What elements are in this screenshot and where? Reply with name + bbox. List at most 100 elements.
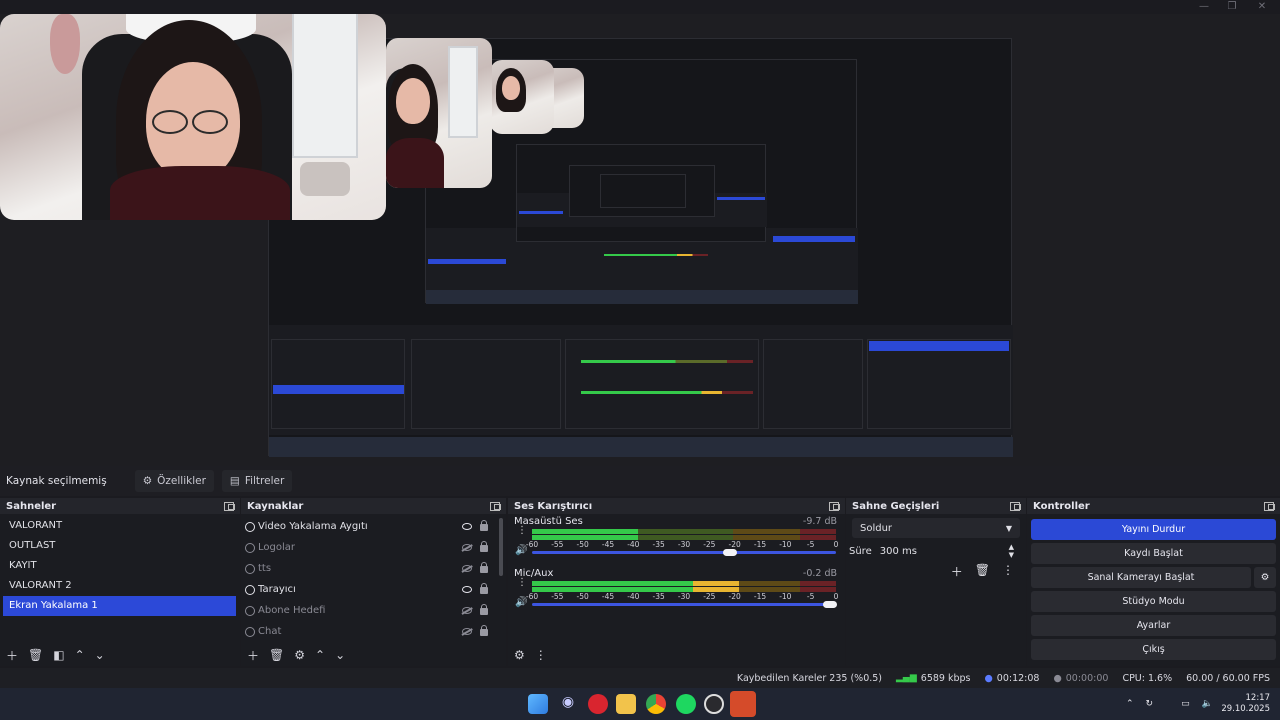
source-item[interactable]: Video Yakalama Aygıtı xyxy=(241,516,506,537)
settings-button[interactable]: Ayarlar xyxy=(1031,615,1276,636)
duration-input[interactable]: 300 ms ▲ ▼ xyxy=(879,541,1018,561)
chrome-icon[interactable] xyxy=(646,694,666,714)
stop-stream-button[interactable]: Yayını Durdur xyxy=(1031,519,1276,540)
scene-filter-icon[interactable]: ◧ xyxy=(53,648,64,662)
source-type-icon xyxy=(245,584,255,595)
source-item[interactable]: tts xyxy=(241,558,506,579)
undock-icon[interactable] xyxy=(1264,501,1275,511)
studio-mode-button[interactable]: Stüdyo Modu xyxy=(1031,591,1276,612)
undock-icon[interactable] xyxy=(490,501,501,511)
scene-item[interactable]: Ekran Yakalama 1 xyxy=(3,596,236,616)
virtual-camera-settings-button[interactable]: ⚙ xyxy=(1254,567,1276,588)
visibility-icon[interactable] xyxy=(462,607,472,614)
volume-icon[interactable]: 🔊 xyxy=(515,545,527,556)
record-time: 00:00:00 xyxy=(1065,672,1109,684)
source-label: Chat xyxy=(258,626,282,637)
source-item[interactable]: Logolar xyxy=(241,537,506,558)
scale-tick: -60 xyxy=(525,592,539,601)
visibility-icon[interactable] xyxy=(462,544,472,551)
close-icon[interactable]: ✕ xyxy=(1246,0,1278,14)
scale-tick: -15 xyxy=(753,592,767,601)
app-icon[interactable] xyxy=(730,691,756,717)
slider-handle[interactable] xyxy=(822,601,837,608)
more-options-icon[interactable]: ⋮ xyxy=(1002,563,1014,580)
transition-select[interactable]: Soldur ▼ xyxy=(852,518,1020,538)
visibility-icon[interactable] xyxy=(462,628,472,635)
more-options-icon[interactable]: ⋮ xyxy=(517,578,527,588)
network-icon[interactable]: ▭ xyxy=(1181,699,1190,709)
source-item[interactable]: Abone Hedefi xyxy=(241,600,506,621)
preview-canvas[interactable] xyxy=(0,14,1280,466)
visibility-icon[interactable] xyxy=(462,523,472,530)
source-item[interactable]: Chat xyxy=(241,621,506,642)
lock-icon[interactable] xyxy=(480,520,488,531)
maximize-icon[interactable]: ❐ xyxy=(1216,0,1248,14)
stepper-icon[interactable]: ▲ ▼ xyxy=(1009,543,1014,559)
filters-button[interactable]: ▤ Filtreler xyxy=(221,470,293,492)
source-label: Abone Hedefi xyxy=(258,605,326,616)
trash-icon[interactable]: 🗑 xyxy=(269,648,284,662)
undock-icon[interactable] xyxy=(829,501,840,511)
virtual-camera-button[interactable]: Sanal Kamerayı Başlat xyxy=(1031,567,1251,588)
dropped-frames: Kaybedilen Kareler 235 (%0.5) xyxy=(736,672,883,684)
audio-settings-icon[interactable]: ⚙ xyxy=(514,648,525,662)
volume-slider[interactable] xyxy=(532,601,837,608)
spotify-icon[interactable] xyxy=(676,694,696,714)
filter-icon: ▤ xyxy=(229,475,240,487)
chevron-up-icon[interactable]: ⌃ xyxy=(75,648,85,662)
chevron-up-icon[interactable]: ⌃ xyxy=(315,648,325,662)
sources-title: Kaynaklar xyxy=(247,500,304,512)
recorder-icon[interactable] xyxy=(588,694,608,714)
webcam-echo-4 xyxy=(490,60,554,134)
gear-icon[interactable]: ⚙ xyxy=(294,648,305,662)
obs-icon[interactable] xyxy=(704,694,724,714)
windows-start-icon[interactable] xyxy=(528,694,548,714)
scale-tick: -25 xyxy=(703,540,716,549)
lock-icon[interactable] xyxy=(480,583,488,594)
scene-item[interactable]: KAYIT xyxy=(3,556,236,576)
scale-tick: -20 xyxy=(728,540,741,549)
clock[interactable]: 12:17 29.10.2025 xyxy=(1221,688,1270,720)
source-item[interactable]: Tarayıcı xyxy=(241,579,506,600)
scale-tick: -50 xyxy=(576,540,589,549)
start-record-button[interactable]: Kaydı Başlat xyxy=(1031,543,1276,564)
volume-slider[interactable] xyxy=(532,549,836,556)
add-icon[interactable]: ＋ xyxy=(951,563,963,580)
scene-item[interactable]: VALORANT 2 xyxy=(3,576,236,596)
discord-icon[interactable]: ◉ xyxy=(558,694,578,714)
undock-icon[interactable] xyxy=(1010,501,1021,511)
slider-handle[interactable] xyxy=(722,549,737,556)
add-icon[interactable]: ＋ xyxy=(6,647,18,664)
cpu-usage: CPU: 1.6% xyxy=(1122,672,1173,684)
properties-button[interactable]: ⚙ Özellikler xyxy=(134,470,214,492)
source-type-icon xyxy=(245,521,255,532)
channel-name: Masaüstü Ses xyxy=(514,516,583,527)
webcam-video xyxy=(0,14,386,220)
more-options-icon[interactable]: ⋮ xyxy=(535,648,547,662)
meter-scale: -60 -55 -50 -45 -40 -35 -30 -25 -20 -15 -10 -5 0 xyxy=(526,540,839,549)
visibility-icon[interactable] xyxy=(462,565,472,572)
add-icon[interactable]: ＋ xyxy=(247,647,259,664)
lock-icon[interactable] xyxy=(480,562,488,573)
chevron-up-icon[interactable]: ⌃ xyxy=(1126,699,1134,709)
exit-button[interactable]: Çıkış xyxy=(1031,639,1276,660)
trash-icon[interactable]: 🗑 xyxy=(975,563,990,580)
scene-item[interactable]: OUTLAST xyxy=(3,536,236,556)
volume-icon[interactable]: 🔊 xyxy=(515,597,527,608)
mixer-channel: Mic/Aux -0.2 dB ⋮ -60 -55 -50 -45 -40 -35 -30 -25-… xyxy=(508,568,845,620)
more-options-icon[interactable]: ⋮ xyxy=(517,526,527,536)
trash-icon[interactable]: 🗑 xyxy=(28,648,43,662)
chevron-down-icon[interactable]: ⌄ xyxy=(95,648,105,662)
scene-item[interactable]: VALORANT xyxy=(3,516,236,536)
lock-icon[interactable] xyxy=(480,625,488,636)
transition-value: Soldur xyxy=(860,522,893,534)
lock-icon[interactable] xyxy=(480,604,488,615)
chevron-down-icon[interactable]: ⌄ xyxy=(335,648,345,662)
source-type-icon xyxy=(245,542,255,553)
lock-icon[interactable] xyxy=(480,541,488,552)
folder-icon[interactable] xyxy=(616,694,636,714)
visibility-icon[interactable] xyxy=(462,586,472,593)
volume-icon[interactable]: 🔈 xyxy=(1202,699,1213,709)
sync-icon[interactable]: ↻ xyxy=(1146,699,1154,709)
undock-icon[interactable] xyxy=(224,501,235,511)
